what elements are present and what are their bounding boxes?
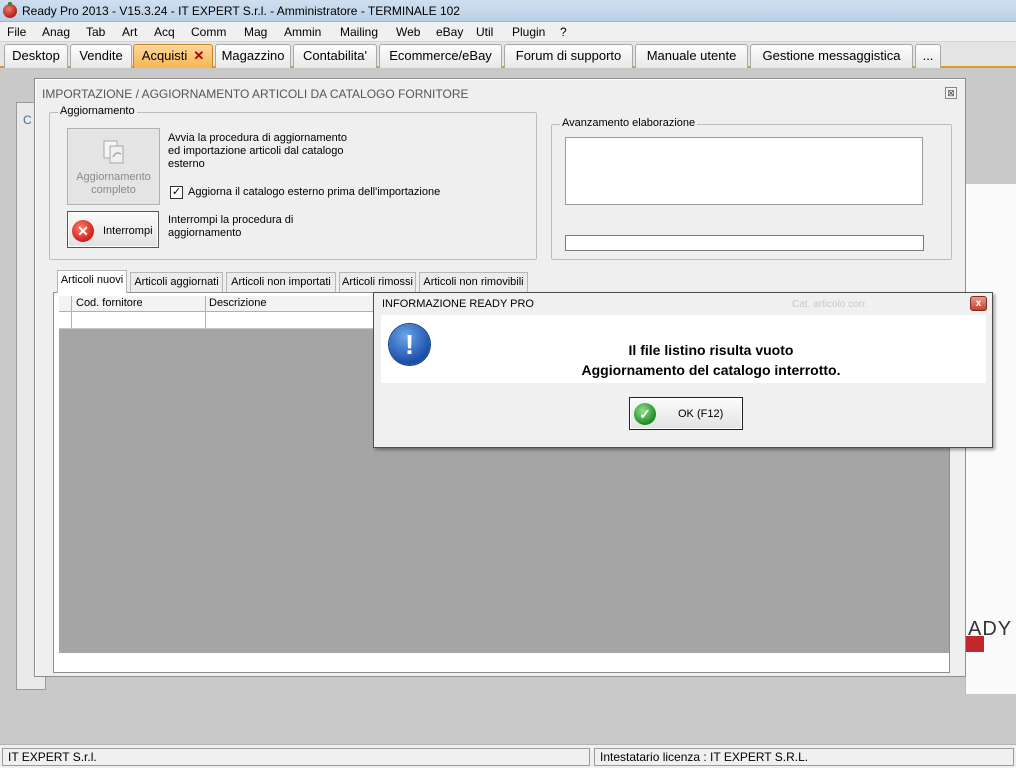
full-update-button[interactable]: Aggiornamento completo <box>67 128 160 205</box>
grid-column-separator <box>205 296 206 311</box>
message-line-2: Aggiornamento del catalogo interrotto. <box>581 362 841 378</box>
tab-articoli-aggiornati[interactable]: Articoli aggiornati <box>130 272 223 292</box>
menu-mag[interactable]: Mag <box>244 25 267 39</box>
tab-magazzino[interactable]: Magazzino <box>215 44 291 68</box>
menu-mailing[interactable]: Mailing <box>340 25 378 39</box>
menu-help[interactable]: ? <box>560 25 567 39</box>
tab-label: Articoli rimossi <box>342 276 413 288</box>
update-group-label: Aggiornamento <box>58 105 137 117</box>
tab-articoli-rimossi[interactable]: Articoli rimossi <box>339 272 416 292</box>
tab-label: Vendite <box>79 48 123 63</box>
menu-ebay[interactable]: eBay <box>436 25 463 39</box>
tab-label: Acquisti <box>141 48 188 63</box>
menu-ammin[interactable]: Ammin <box>284 25 321 39</box>
check-icon: ✓ <box>634 403 656 425</box>
tab-forum[interactable]: Forum di supporto <box>504 44 633 68</box>
stop-desc-1: Interrompi la procedura di <box>168 214 294 226</box>
document-refresh-icon <box>103 140 123 164</box>
message-box-ghost-text: Cat. articolo corr. <box>792 299 868 310</box>
status-company: IT EXPERT S.r.l. <box>2 748 590 766</box>
tab-articoli-nuovi[interactable]: Articoli nuovi <box>57 270 127 293</box>
full-update-desc-2: ed importazione articoli dal catalogo <box>168 145 344 157</box>
ready-pro-logo-icon <box>966 636 984 652</box>
update-external-checkbox[interactable]: ✓ <box>170 186 183 199</box>
tab-label: Manuale utente <box>646 48 737 63</box>
progress-bar <box>565 235 924 251</box>
window-title: Ready Pro 2013 - V15.3.24 - IT EXPERT S.… <box>22 4 460 18</box>
status-license: Intestatario licenza : IT EXPERT S.R.L. <box>594 748 1014 766</box>
message-body: ! Il file listino risulta vuoto Aggiorna… <box>381 315 986 383</box>
status-bar: IT EXPERT S.r.l. Intestatario licenza : … <box>0 744 1016 768</box>
tab-label: ... <box>922 48 934 63</box>
menu-plugin[interactable]: Plugin <box>512 25 545 39</box>
menu-util[interactable]: Util <box>476 25 493 39</box>
tab-ecommerce-ebay[interactable]: Ecommerce/eBay <box>379 44 502 68</box>
tab-articoli-non-rimovibili[interactable]: Articoli non rimovibili <box>419 272 528 292</box>
tab-messaggistica[interactable]: Gestione messaggistica <box>750 44 913 68</box>
stop-desc-2: aggiornamento <box>168 227 242 239</box>
tab-label: Magazzino <box>221 48 285 63</box>
tab-label: Articoli non rimovibili <box>423 276 524 288</box>
grid-header-descrizione[interactable]: Descrizione <box>209 297 266 309</box>
tab-articoli-non-importati[interactable]: Articoli non importati <box>226 272 336 292</box>
tab-label: Articoli nuovi <box>60 274 124 286</box>
tab-label: Ecommerce/eBay <box>389 48 492 63</box>
close-tab-icon[interactable]: ✕ <box>193 48 204 63</box>
tab-vendite[interactable]: Vendite <box>70 44 132 68</box>
menu-acq[interactable]: Acq <box>154 25 175 39</box>
tab-label: Forum di supporto <box>515 48 622 63</box>
full-update-desc-3: esterno <box>168 158 205 170</box>
full-update-desc-1: Avvia la procedura di aggiornamento <box>168 132 347 144</box>
menu-web[interactable]: Web <box>396 25 420 39</box>
tab-label: Desktop <box>12 48 60 63</box>
grid-column-separator <box>71 296 72 311</box>
grid-column-separator <box>205 312 206 328</box>
grid-header-cod-fornitore[interactable]: Cod. fornitore <box>76 297 143 309</box>
message-line-1: Il file listino risulta vuoto <box>628 342 794 358</box>
menu-file[interactable]: File <box>7 25 26 39</box>
exclamation-icon: ! <box>389 324 430 365</box>
full-update-label-1: Aggiornamento <box>76 171 151 183</box>
tab-desktop[interactable]: Desktop <box>4 44 68 68</box>
dialog-close-icon[interactable]: ⊠ <box>945 87 957 99</box>
tab-label: Contabilita' <box>303 48 367 63</box>
stop-button[interactable]: ✕ Interrompi <box>67 211 159 248</box>
ok-button-label: OK (F12) <box>678 408 724 420</box>
full-update-label-2: completo <box>91 184 136 196</box>
strawberry-app-icon <box>3 2 17 18</box>
message-box-title: INFORMAZIONE READY PRO <box>382 298 534 310</box>
grid-column-separator <box>71 312 72 328</box>
ok-button[interactable]: ✓ OK (F12) <box>629 397 743 430</box>
tab-manuale[interactable]: Manuale utente <box>635 44 748 68</box>
menu-tab[interactable]: Tab <box>86 25 105 39</box>
menu-bar: File Anag Tab Art Acq Comm Mag Ammin Mai… <box>0 22 1016 42</box>
stop-x-icon: ✕ <box>72 220 94 242</box>
title-bar: Ready Pro 2013 - V15.3.24 - IT EXPERT S.… <box>0 0 1016 22</box>
menu-art[interactable]: Art <box>122 25 137 39</box>
module-tab-strip: Desktop Vendite Acquisti ✕ Magazzino Cont… <box>0 42 1016 68</box>
progress-group-label: Avanzamento elaborazione <box>560 117 698 129</box>
tab-label: Gestione messaggistica <box>762 48 901 63</box>
tab-acquisti[interactable]: Acquisti ✕ <box>133 44 213 68</box>
dialog-title: IMPORTAZIONE / AGGIORNAMENTO ARTICOLI DA… <box>42 87 469 101</box>
progress-log-area[interactable] <box>565 137 923 205</box>
tab-more[interactable]: ... <box>915 44 941 68</box>
stop-button-label: Interrompi <box>103 225 153 237</box>
menu-comm[interactable]: Comm <box>191 25 226 39</box>
update-external-checkbox-label[interactable]: Aggiorna il catalogo esterno prima dell'… <box>188 186 440 198</box>
info-message-box: INFORMAZIONE READY PRO Cat. articolo cor… <box>373 292 993 448</box>
tab-contabilita[interactable]: Contabilita' <box>293 44 377 68</box>
tab-label: Articoli aggiornati <box>134 276 219 288</box>
tab-label: Articoli non importati <box>231 276 331 288</box>
background-window-initial: C <box>23 113 32 127</box>
message-box-close-icon[interactable]: x <box>970 296 987 311</box>
menu-anag[interactable]: Anag <box>42 25 70 39</box>
